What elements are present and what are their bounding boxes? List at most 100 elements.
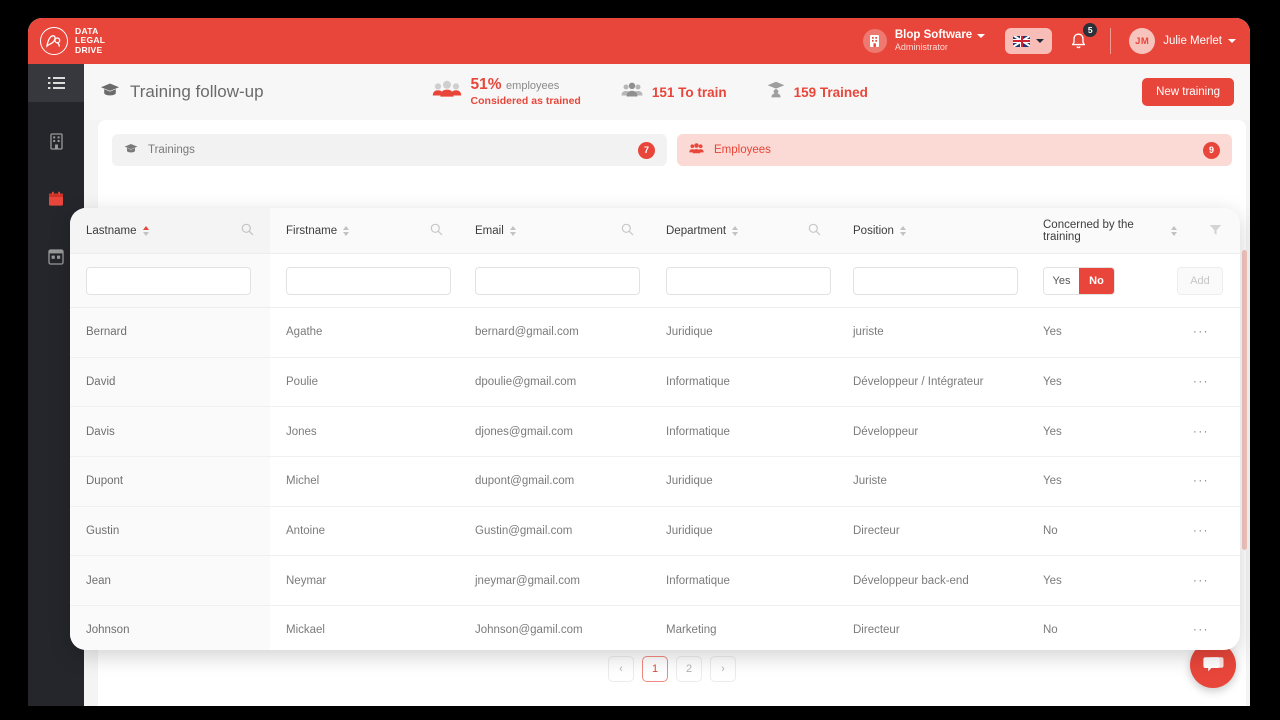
cell-email: dupont@gmail.com [459,456,650,507]
tab-employees[interactable]: Employees 9 [677,134,1232,166]
organization-name: Blop Software [894,29,973,42]
row-actions-menu[interactable]: ··· [1177,406,1240,458]
cell-lastname: Johnson [70,605,270,650]
user-menu[interactable]: JM Julie Merlet [1129,28,1236,54]
logo-wordmark: DATA LEGAL DRIVE [75,26,105,56]
chat-bubble-icon [1202,656,1223,671]
page-title-text: Training follow-up [130,82,264,101]
filter-icon[interactable] [1209,224,1222,239]
filter-cell-position [837,253,1027,308]
cell-lastname: David [70,357,270,408]
table-row[interactable]: Jean Neymar jneymar@gmail.com Informatiq… [70,555,1240,607]
organization-switcher[interactable]: Blop Software Administrator [862,29,986,53]
logo-line-3: DRIVE [75,44,103,55]
column-label-position: Position [853,224,894,237]
filter-input-position[interactable] [853,266,1018,295]
cell-email: jneymar@gmail.com [459,555,650,607]
column-header-department[interactable]: Department [650,208,837,254]
tab-trainings[interactable]: Trainings 7 [112,134,667,166]
cell-firstname: Agathe [270,307,459,358]
tab-employees-label: Employees [714,144,771,156]
sort-toggle-lastname[interactable] [142,225,149,236]
sort-toggle-email[interactable] [509,225,516,236]
cell-concerned: Yes [1027,357,1177,408]
cell-concerned: No [1027,605,1177,650]
cell-position: Directeur [837,605,1027,650]
concerned-toggle-no[interactable]: No [1079,267,1114,294]
cell-concerned: Yes [1027,555,1177,607]
filter-input-department[interactable] [666,266,831,295]
sort-toggle-position[interactable] [899,225,906,236]
column-label-department: Department [666,224,727,237]
pagination-page-1[interactable]: 1 [642,656,668,682]
app-window: DATA LEGAL DRIVE Blop Software Administr… [28,18,1250,706]
column-header-email[interactable]: Email [459,208,650,254]
cell-lastname: Davis [70,406,270,458]
pagination-next[interactable]: › [710,656,736,682]
row-actions-menu[interactable]: ··· [1177,357,1240,408]
table-body: Yes No Add Bernard Agathe bernard@gmail.… [70,253,1240,650]
row-actions-menu[interactable]: ··· [1177,506,1240,557]
chevron-down-icon [1228,39,1236,43]
search-icon[interactable] [808,223,821,239]
column-header-position[interactable]: Position [837,208,1027,254]
table-row[interactable]: Gustin Antoine Gustin@gmail.com Juridiqu… [70,506,1240,557]
row-actions-menu[interactable]: ··· [1177,307,1240,358]
sidebar-item-menu-collapse[interactable] [28,64,84,102]
cell-concerned: Yes [1027,456,1177,507]
pagination: ‹ 1 2 › [98,656,1246,682]
training-stats: 51% employees Considered as trained 151 … [432,75,868,108]
filter-input-lastname[interactable] [86,266,251,295]
cell-concerned: No [1027,506,1177,557]
vertical-scrollbar[interactable] [1242,250,1247,550]
people-group-icon [432,80,462,105]
sort-toggle-department[interactable] [732,225,739,236]
column-header-lastname[interactable]: Lastname [70,208,270,254]
filter-input-email[interactable] [475,266,640,295]
table-row[interactable]: Johnson Mickael Johnson@gamil.com Market… [70,605,1240,650]
cell-lastname: Jean [70,555,270,607]
tab-employees-badge: 9 [1203,141,1220,159]
sidebar-item-company[interactable] [28,122,84,160]
concerned-toggle[interactable]: Yes No [1043,266,1115,295]
stat-percent-value: 51 [470,76,488,94]
row-actions-menu[interactable]: ··· [1177,456,1240,507]
app-logo[interactable]: DATA LEGAL DRIVE [40,26,105,56]
table-row[interactable]: Bernard Agathe bernard@gmail.com Juridiq… [70,307,1240,358]
column-label-concerned: Concerned by the training [1043,218,1134,243]
table-row[interactable]: David Poulie dpoulie@gmail.com Informati… [70,357,1240,408]
building-icon [862,29,887,53]
notifications-button[interactable]: 5 [1070,23,1098,53]
page-header: Training follow-up 51% employees Conside… [84,64,1250,120]
pagination-page-2[interactable]: 2 [676,656,702,682]
tab-trainings-badge: 7 [638,141,655,159]
pagination-prev[interactable]: ‹ [608,656,634,682]
cell-position: Directeur [837,506,1027,557]
table-row[interactable]: Davis Jones djones@gmail.com Informatiqu… [70,406,1240,458]
row-actions-menu[interactable]: ··· [1177,555,1240,607]
column-header-firstname[interactable]: Firstname [270,208,459,254]
row-actions-menu[interactable]: ··· [1177,605,1240,650]
cell-position: Développeur / Intégrateur [837,357,1027,408]
search-icon[interactable] [430,223,443,239]
language-selector[interactable] [1005,28,1053,54]
cell-firstname: Michel [270,456,459,507]
column-header-concerned[interactable]: Concerned by the training [1027,208,1177,254]
graduate-icon [767,81,785,103]
search-icon[interactable] [241,223,254,239]
chevron-down-icon [977,33,986,38]
sort-toggle-firstname[interactable] [343,225,350,236]
search-icon[interactable] [621,223,634,239]
table-row[interactable]: Dupont Michel dupont@gmail.com Juridique… [70,456,1240,507]
cell-firstname: Jones [270,406,459,458]
filter-input-firstname[interactable] [286,266,451,295]
cell-email: djones@gmail.com [459,406,650,458]
cell-position: Développeur [837,406,1027,458]
column-label-email: Email [475,224,504,237]
stat-trained-text: 159 Trained [793,84,868,100]
new-training-button[interactable]: New training [1142,78,1234,106]
add-button[interactable]: Add [1177,266,1223,295]
cell-email: dpoulie@gmail.com [459,357,650,408]
concerned-toggle-yes[interactable]: Yes [1044,267,1079,294]
header-divider [1110,28,1112,54]
